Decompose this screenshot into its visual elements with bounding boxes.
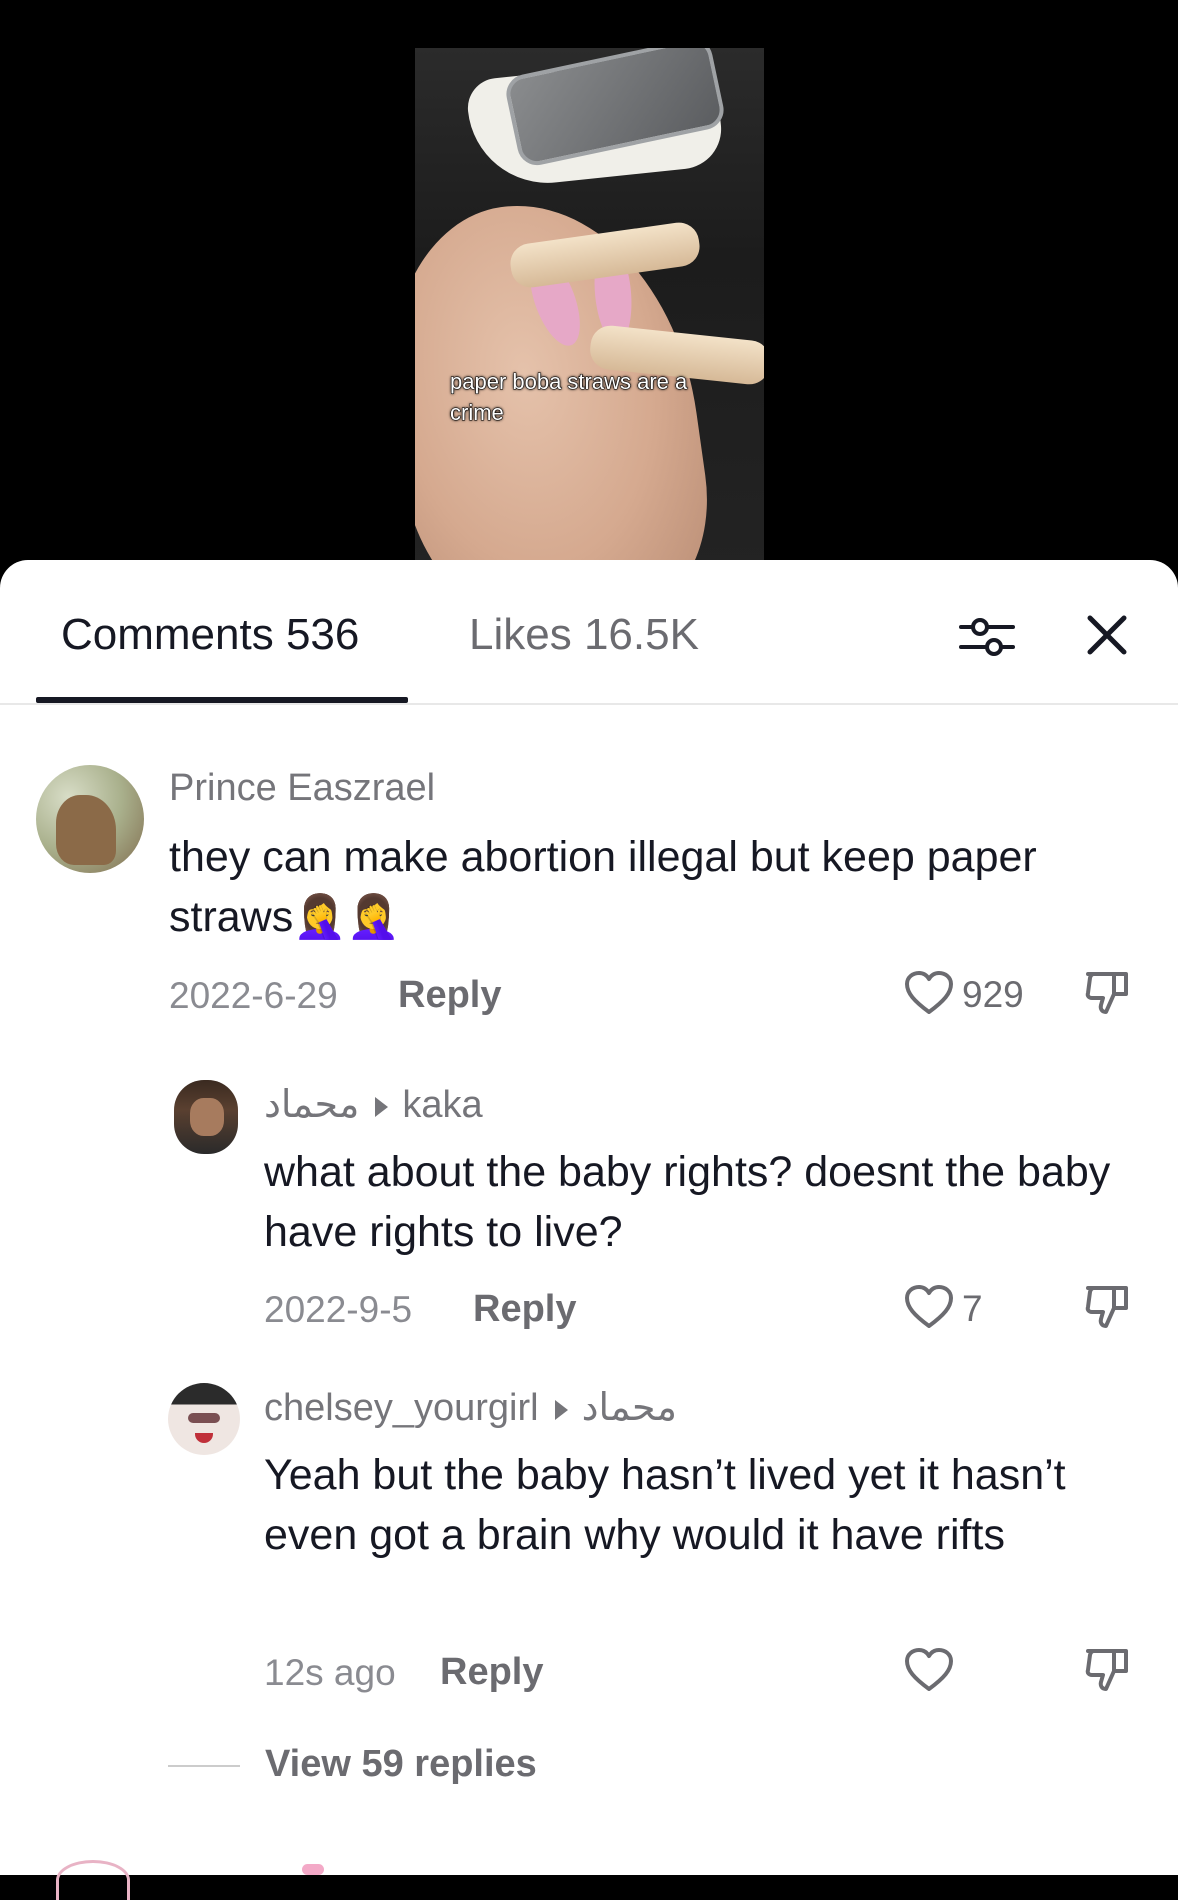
reply-from[interactable]: محماد (264, 1084, 359, 1126)
like-count: 929 (962, 974, 1024, 1015)
heart-icon[interactable] (904, 970, 954, 1016)
avatar-mouth (195, 1433, 213, 1443)
bow-icon (302, 1864, 324, 1875)
heart-icon[interactable] (904, 1647, 954, 1693)
reply-to[interactable]: kaka (402, 1084, 482, 1126)
heart-icon[interactable] (904, 1284, 954, 1330)
reply-to[interactable]: محماد (582, 1387, 677, 1429)
avatar[interactable] (168, 1383, 240, 1455)
avatar-eyes (188, 1413, 220, 1423)
reply-button[interactable]: Reply (440, 1651, 543, 1694)
comment-date: 2022-6-29 (169, 975, 338, 1016)
video-thumbnail[interactable]: paper boba straws are a crime (415, 48, 764, 568)
comment-date: 2022-9-5 (264, 1289, 413, 1330)
reply-username[interactable]: chelsey_yourgirl محماد (264, 1385, 677, 1430)
tab-active-indicator (36, 697, 408, 703)
like-count: 7 (962, 1288, 983, 1329)
reply-button[interactable]: Reply (473, 1288, 576, 1331)
caret-right-icon (375, 1096, 389, 1117)
caret-right-icon (554, 1399, 568, 1420)
tab-likes[interactable]: Likes 16.5K (469, 610, 699, 660)
video-area[interactable]: paper boba straws are a crime (0, 0, 1178, 600)
comment-text: they can make abortion illegal but keep … (169, 833, 1037, 941)
tab-comments[interactable]: Comments 536 (61, 610, 359, 660)
avatar-face (190, 1098, 224, 1136)
tab-bar: Comments 536 Likes 16.5K (0, 560, 1178, 705)
comment-text: what about the baby rights? doesnt the b… (264, 1148, 1111, 1256)
filter-icon[interactable] (958, 612, 1016, 662)
view-replies-button[interactable]: View 59 replies (265, 1743, 537, 1786)
dislike-icon[interactable] (1082, 1284, 1132, 1330)
reply-button[interactable]: Reply (398, 974, 501, 1017)
video-caption: paper boba straws are a crime (450, 369, 688, 426)
avatar-figure (56, 795, 116, 865)
comment-text: Yeah but the baby hasn’t lived yet it ha… (264, 1451, 1066, 1559)
dislike-icon[interactable] (1082, 970, 1132, 1016)
dislike-icon[interactable] (1082, 1647, 1132, 1693)
avatar[interactable] (174, 1080, 238, 1154)
close-icon[interactable] (1082, 610, 1132, 660)
reply-username[interactable]: محماد kaka (264, 1082, 483, 1127)
view-replies-divider (168, 1765, 240, 1767)
comment-username[interactable]: Prince Easzrael (169, 767, 435, 810)
reply-from[interactable]: chelsey_yourgirl (264, 1387, 539, 1429)
comment-date: 12s ago (264, 1652, 396, 1693)
avatar[interactable] (56, 1860, 130, 1900)
avatar[interactable] (36, 765, 144, 873)
